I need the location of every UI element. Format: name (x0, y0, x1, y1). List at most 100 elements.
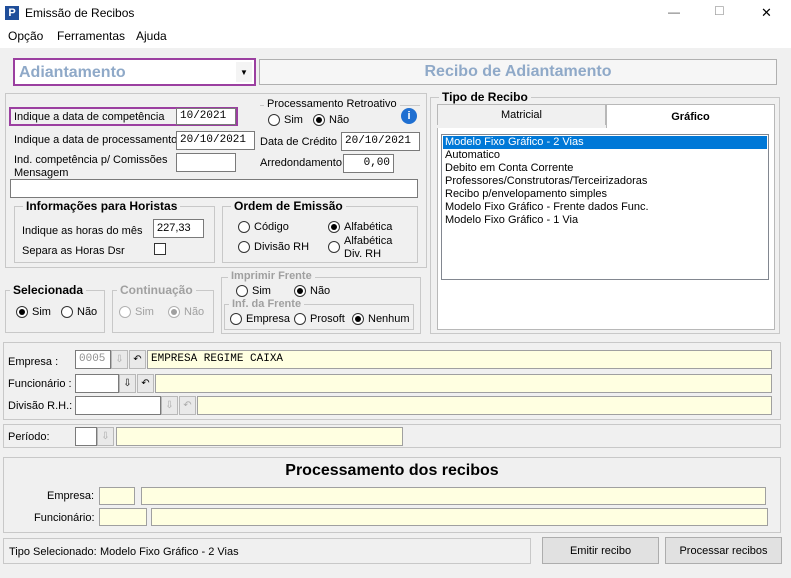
menu-opcao[interactable]: Opção (8, 29, 43, 43)
frente-nao-label: Não (310, 285, 331, 297)
ordem-alfabetica-label: Alfabética (344, 221, 393, 233)
radio-icon (328, 241, 340, 253)
divisao-filter-label: Divisão R.H.: (8, 400, 73, 412)
recibo-banner-text: Recibo de Adiantamento (424, 63, 612, 80)
emitir-recibo-button[interactable]: Emitir recibo (542, 537, 659, 564)
horas-label: Indique as horas do mês (22, 225, 143, 237)
menu-ferramentas[interactable]: Ferramentas (57, 29, 125, 43)
ordem-codigo-label: Código (254, 221, 289, 233)
recibo-type-combo[interactable]: Adiantamento ▼ (13, 58, 256, 86)
continuacao-nao-label: Não (184, 306, 205, 318)
dsr-checkbox[interactable] (154, 243, 166, 255)
credito-label: Data de Crédito (260, 136, 338, 148)
processamento-label: Indique a data de processamento (14, 134, 178, 146)
frente-nao-radio[interactable]: Não (294, 285, 330, 297)
inf-prosoft-radio[interactable]: Prosoft (294, 313, 345, 325)
inf-empresa-label: Empresa (246, 313, 291, 325)
continuacao-title: Continuação (117, 283, 196, 297)
menu-ajuda[interactable]: Ajuda (136, 29, 167, 43)
selecionada-nao-radio[interactable]: Não (61, 306, 97, 318)
status-label: Tipo Selecionado: (9, 546, 97, 558)
periodo-name-field (116, 427, 403, 446)
funcionario-code-input[interactable] (75, 374, 119, 393)
periodo-code-input[interactable] (75, 427, 97, 446)
periodo-label: Período: (8, 431, 50, 443)
retro-sim-label: Sim (284, 114, 303, 126)
status-value: Modelo Fixo Gráfico - 2 Vias (100, 546, 239, 558)
tipo-list-item[interactable]: Debito em Conta Corrente (443, 162, 767, 175)
frente-sim-radio[interactable]: Sim (236, 285, 271, 297)
selecionada-sim-radio[interactable]: Sim (16, 306, 51, 318)
info-icon[interactable]: i (401, 108, 417, 124)
competencia-input[interactable]: 10/2021 (176, 108, 236, 125)
mensagem-label: Mensagem (14, 167, 69, 179)
app-icon: P (5, 6, 19, 20)
maximize-button[interactable]: ☐ (714, 4, 725, 18)
selecionada-nao-label: Não (77, 306, 98, 318)
proc-empresa-name (141, 487, 766, 505)
ordem-alfabetica-radio[interactable]: Alfabética (328, 221, 392, 233)
ordem-alfadiv-radio[interactable]: Alfabética Div. RH (328, 235, 400, 261)
mensagem-input[interactable] (10, 179, 418, 198)
ordem-codigo-radio[interactable]: Código (238, 221, 289, 233)
tipo-list-items: Modelo Fixo Gráfico - 2 Vias Automatico De… (443, 136, 767, 227)
ordem-divisao-radio[interactable]: Divisão RH (238, 241, 309, 253)
inf-nenhum-label: Nenhum (368, 313, 410, 325)
divisao-code-input[interactable] (75, 396, 161, 415)
frente-title: Imprimir Frente (228, 270, 315, 282)
chevron-down-icon[interactable]: ▼ (236, 62, 252, 82)
funcionario-lookup-icon[interactable]: ⇩ (119, 374, 136, 393)
continuacao-sim-label: Sim (135, 306, 154, 318)
empresa-filter-label: Empresa : (8, 356, 59, 368)
radio-icon (294, 313, 306, 325)
tipo-list-item[interactable]: Modelo Fixo Gráfico - Frente dados Func. (443, 201, 767, 214)
divisao-undo-icon: ↶ (179, 396, 196, 415)
processar-recibos-button[interactable]: Processar recibos (665, 537, 782, 564)
empresa-undo-icon[interactable]: ↶ (129, 350, 146, 369)
divisao-name-field (197, 396, 772, 415)
tipo-list-item[interactable]: Modelo Fixo Gráfico - 1 Via (443, 214, 767, 227)
ordem-alfadiv-label: Alfabética Div. RH (344, 235, 393, 260)
competencia-label: Indique a data de competência (14, 111, 165, 123)
inf-frente-title: Inf. da Frente (229, 298, 305, 310)
tipo-list-item[interactable]: Professores/Construtoras/Terceirizadoras (443, 175, 767, 188)
credito-input[interactable]: 20/10/2021 (341, 132, 420, 151)
radio-selected-icon (328, 221, 340, 233)
tab-matricial-label: Matricial (501, 109, 542, 121)
proc-empresa-label: Empresa: (47, 490, 95, 502)
retro-sim-radio[interactable]: Sim (268, 114, 303, 126)
tipo-title: Tipo de Recibo (439, 90, 531, 104)
tab-matricial[interactable]: Matricial (437, 104, 606, 125)
horas-input[interactable]: 227,33 (153, 219, 204, 238)
inf-nenhum-radio[interactable]: Nenhum (352, 313, 410, 325)
comissoes-input[interactable] (176, 153, 236, 172)
empresa-code-input[interactable]: 0005 (75, 350, 111, 369)
proc-empresa-code (99, 487, 135, 505)
close-button[interactable]: ✕ (761, 5, 772, 21)
tab-grafico[interactable]: Gráfico (606, 104, 775, 129)
proc-funcionario-label: Funcionário: (34, 512, 95, 524)
radio-selected-icon (168, 306, 180, 318)
funcionario-filter-label: Funcionário : (8, 378, 72, 390)
title-bar: P Emissão de Recibos — ☐ ✕ (0, 0, 791, 26)
tipo-list-item[interactable]: Recibo p/envelopamento simples (443, 188, 767, 201)
divisao-lookup-icon: ⇩ (161, 396, 178, 415)
proc-title: Processamento dos recibos (285, 462, 499, 479)
retro-nao-radio[interactable]: Não (313, 114, 349, 126)
retro-title: Processamento Retroativo (264, 98, 400, 110)
minimize-button[interactable]: — (668, 5, 680, 19)
empresa-lookup-icon: ⇩ (111, 350, 128, 369)
funcionario-undo-icon[interactable]: ↶ (137, 374, 154, 393)
retro-nao-label: Não (329, 114, 350, 126)
empresa-name-field: EMPRESA REGIME CAIXA (147, 350, 772, 369)
inf-prosoft-label: Prosoft (310, 313, 345, 325)
tipo-list-item[interactable]: Automatico (443, 149, 767, 162)
radio-selected-icon (352, 313, 364, 325)
radio-icon (236, 285, 248, 297)
continuacao-nao-radio: Não (168, 306, 204, 318)
tipo-list[interactable]: Modelo Fixo Gráfico - 2 Vias Automatico De… (441, 134, 769, 280)
inf-empresa-radio[interactable]: Empresa (230, 313, 290, 325)
processamento-input[interactable]: 20/10/2021 (176, 131, 255, 150)
tipo-list-item[interactable]: Modelo Fixo Gráfico - 2 Vias (443, 136, 767, 149)
arred-input[interactable]: 0,00 (343, 154, 394, 173)
